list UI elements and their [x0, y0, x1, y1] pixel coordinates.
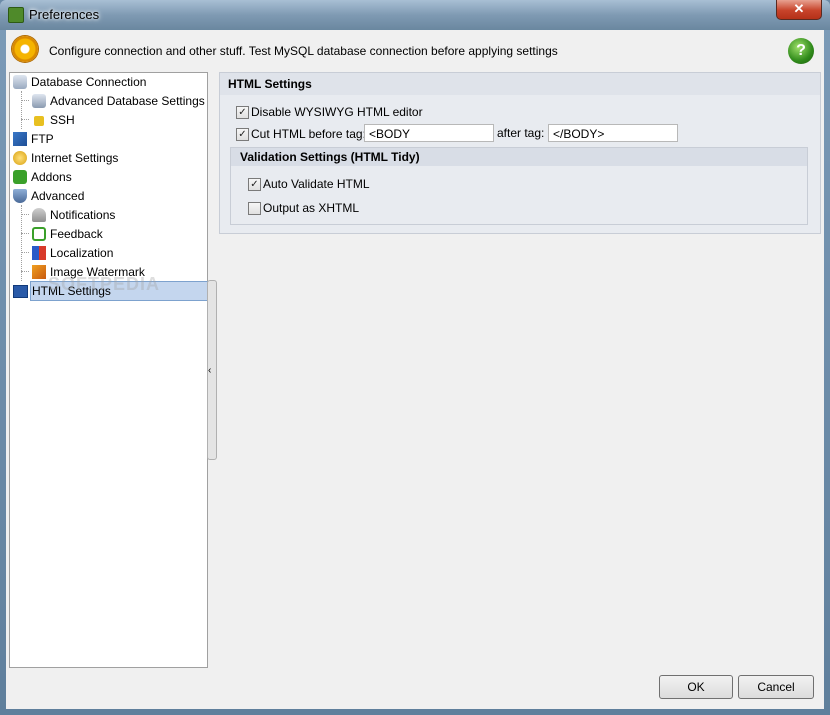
collapse-arrow-icon[interactable]: ‹	[208, 365, 211, 376]
title-bar[interactable]: Preferences ✕	[0, 0, 830, 30]
tree-connector	[21, 205, 22, 281]
header-band: Configure connection and other stuff. Te…	[6, 30, 824, 70]
feedback-icon	[32, 227, 46, 241]
after-tag-input[interactable]: </BODY>	[548, 124, 678, 142]
auto-validate-label: Auto Validate HTML	[263, 177, 370, 191]
network-icon	[13, 132, 27, 146]
tree-connector	[21, 233, 29, 234]
app-icon	[8, 7, 24, 23]
close-button[interactable]: ✕	[776, 0, 822, 20]
disable-wysiwyg-label: Disable WYSIWYG HTML editor	[251, 105, 423, 119]
client-area: Configure connection and other stuff. Te…	[6, 30, 824, 709]
disable-wysiwyg-row[interactable]: ✓ Disable WYSIWYG HTML editor	[236, 102, 436, 122]
output-xhtml-label: Output as XHTML	[263, 201, 360, 215]
watermark: SOFTPEDIA	[48, 274, 161, 294]
panel-title: HTML Settings	[220, 73, 820, 95]
shield-icon	[13, 189, 27, 203]
database-icon	[13, 75, 27, 89]
flags-icon	[32, 246, 46, 260]
tree-connector	[21, 214, 29, 215]
window-title: Preferences	[29, 7, 100, 22]
validation-group: Validation Settings (HTML Tidy) ✓ Auto V…	[230, 147, 808, 225]
tree-connector	[21, 91, 22, 129]
header-description: Configure connection and other stuff. Te…	[49, 44, 558, 58]
cut-html-checkbox[interactable]: ✓	[236, 128, 249, 141]
tree-connector	[21, 271, 29, 272]
html-icon	[13, 285, 28, 298]
tree-connector	[21, 100, 29, 101]
tree-connector	[21, 252, 29, 253]
lock-icon	[34, 116, 44, 126]
bell-icon	[32, 208, 46, 222]
disable-wysiwyg-checkbox[interactable]: ✓	[236, 106, 249, 119]
html-settings-panel: HTML Settings ✓ Disable WYSIWYG HTML edi…	[219, 72, 821, 234]
help-icon[interactable]: ?	[788, 38, 814, 64]
database-settings-icon	[32, 94, 46, 108]
cut-html-row[interactable]: ✓ Cut HTML before tag:	[236, 124, 376, 144]
before-tag-input[interactable]: <BODY	[364, 124, 494, 142]
puzzle-icon	[13, 170, 27, 184]
cut-html-label: Cut HTML before tag:	[251, 127, 366, 141]
after-tag-label: after tag:	[497, 126, 545, 140]
gear-icon	[12, 36, 38, 62]
output-xhtml-checkbox[interactable]	[248, 202, 261, 215]
tree-connector	[21, 119, 29, 120]
ok-button[interactable]: OK	[659, 675, 733, 699]
image-icon	[32, 265, 46, 279]
settings-tree[interactable]: Database Connection Advanced Database Se…	[9, 72, 209, 668]
output-xhtml-row[interactable]: Output as XHTML	[248, 198, 388, 218]
preferences-window: Preferences ✕ Configure connection and o…	[0, 0, 830, 715]
auto-validate-row[interactable]: ✓ Auto Validate HTML	[248, 174, 388, 194]
auto-validate-checkbox[interactable]: ✓	[248, 178, 261, 191]
validation-title: Validation Settings (HTML Tidy)	[231, 148, 807, 166]
cancel-button[interactable]: Cancel	[738, 675, 814, 699]
globe-icon	[13, 151, 27, 165]
